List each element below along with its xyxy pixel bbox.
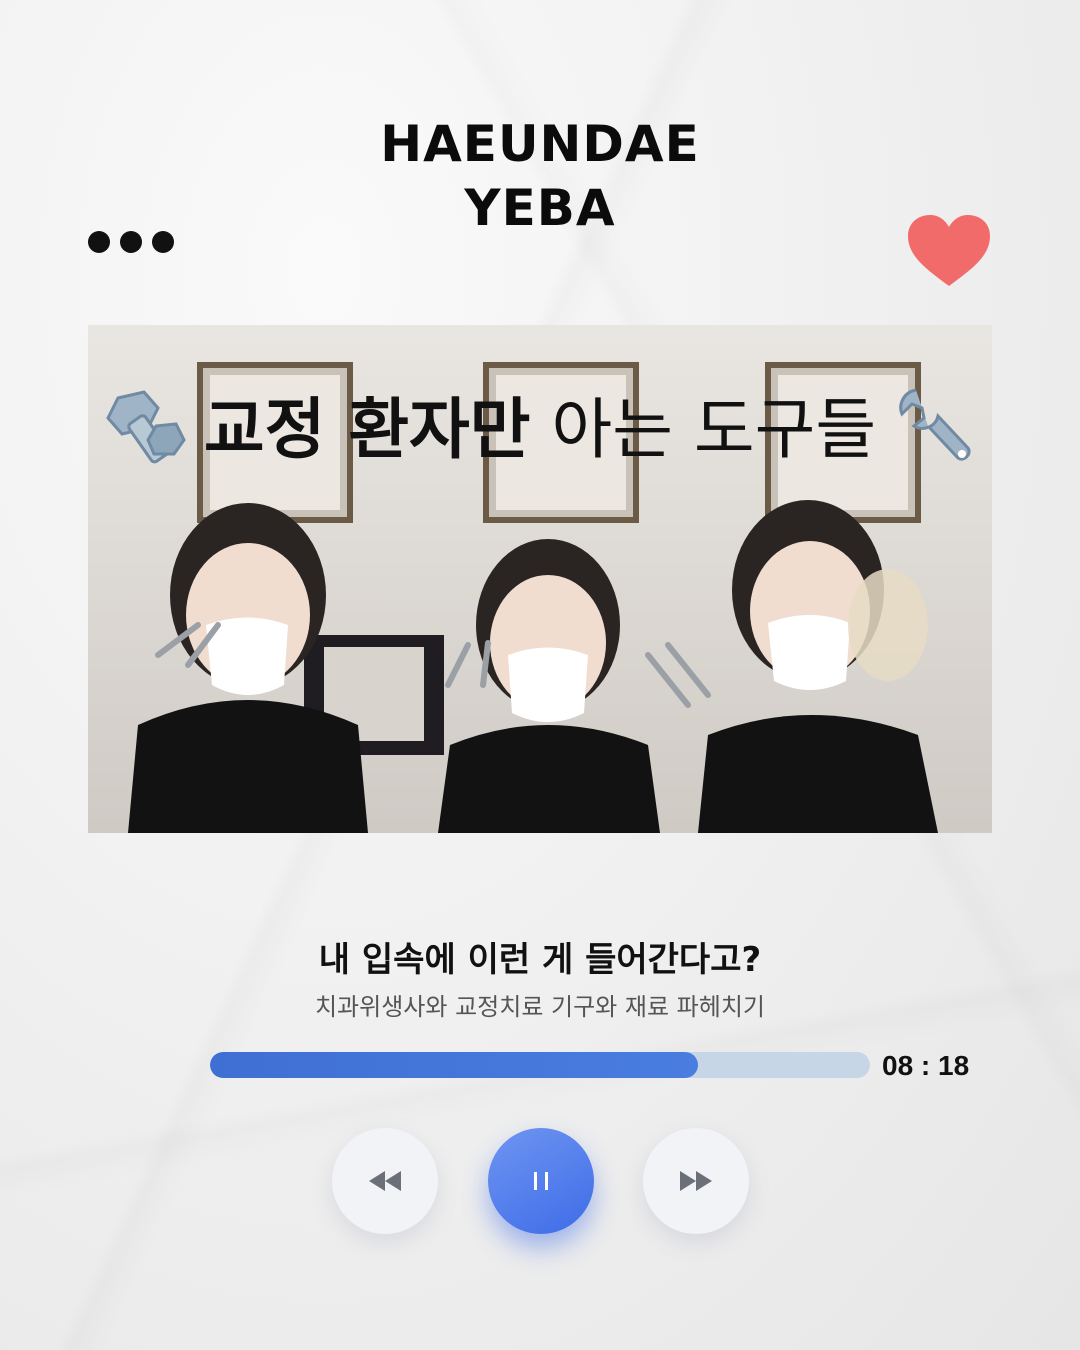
rewind-icon — [369, 1171, 401, 1191]
video-title-bold: 교정 환자만 — [203, 391, 531, 468]
progress-bar[interactable] — [210, 1052, 870, 1078]
pause-icon — [534, 1172, 548, 1190]
track-subtitle: 치과위생사와 교정치료 기구와 재료 파헤치기 — [314, 993, 766, 1021]
more-dots-icon[interactable] — [88, 231, 174, 253]
wrench-icon — [899, 388, 971, 461]
fast-forward-button[interactable] — [643, 1128, 749, 1234]
pause-button[interactable] — [488, 1128, 594, 1234]
heart-icon[interactable] — [906, 214, 992, 288]
track-title: 내 입속에 이런 게 들어간다고? — [318, 940, 762, 980]
progress-bar-fill — [210, 1052, 699, 1078]
time-readout: 08 : 18 — [882, 1050, 970, 1081]
rewind-button[interactable] — [332, 1128, 438, 1234]
video-title-light: 아는 도구들 — [551, 391, 877, 468]
fast-forward-icon — [680, 1171, 712, 1191]
video-title: 교정 환자만 아는 도구들 — [88, 382, 992, 478]
brand-line-1: HAEUNDAE — [380, 115, 700, 173]
